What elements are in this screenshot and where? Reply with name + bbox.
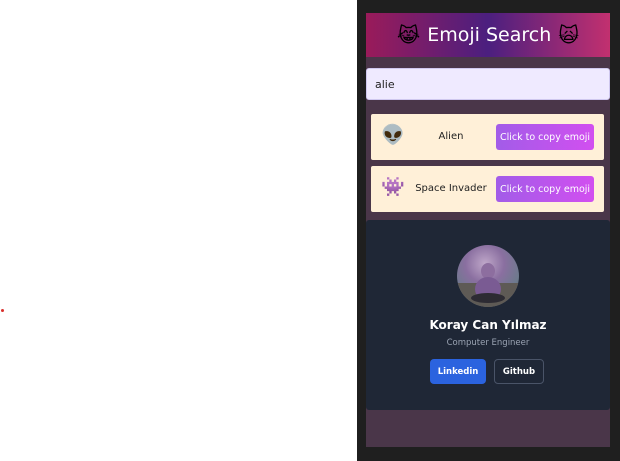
cat-joy-emoji-icon: 😹 [396,23,421,47]
github-button[interactable]: Github [494,359,544,384]
red-dot-marker [1,309,4,312]
profile-card: Koray Can Yılmaz Computer Engineer Linke… [366,220,610,410]
alien-emoji-icon: 👽 [381,124,405,146]
avatar [457,245,519,307]
emoji-result-space-invader: 👾 Space Invader Click to copy emoji [371,166,604,212]
app-container: 😹 Emoji Search 🙀 👽 Alien Click to copy e… [366,13,610,447]
search-input[interactable] [366,68,610,100]
emoji-result-alien: 👽 Alien Click to copy emoji [371,114,604,160]
profile-name: Koray Can Yılmaz [429,318,547,332]
app-frame: 😹 Emoji Search 🙀 👽 Alien Click to copy e… [357,0,620,461]
linkedin-button[interactable]: Linkedin [430,359,486,384]
profile-role: Computer Engineer [446,338,530,348]
space-invader-emoji-icon: 👾 [381,176,405,198]
cat-weary-emoji-icon: 🙀 [558,23,580,47]
emoji-name: Alien [438,131,464,142]
header-bar: 😹 Emoji Search 🙀 [366,13,610,57]
person-photo-icon [457,263,519,307]
copy-emoji-button[interactable]: Click to copy emoji [496,124,594,150]
emoji-name: Space Invader [415,183,487,194]
copy-emoji-button[interactable]: Click to copy emoji [496,176,594,202]
app-title: Emoji Search [427,24,552,46]
